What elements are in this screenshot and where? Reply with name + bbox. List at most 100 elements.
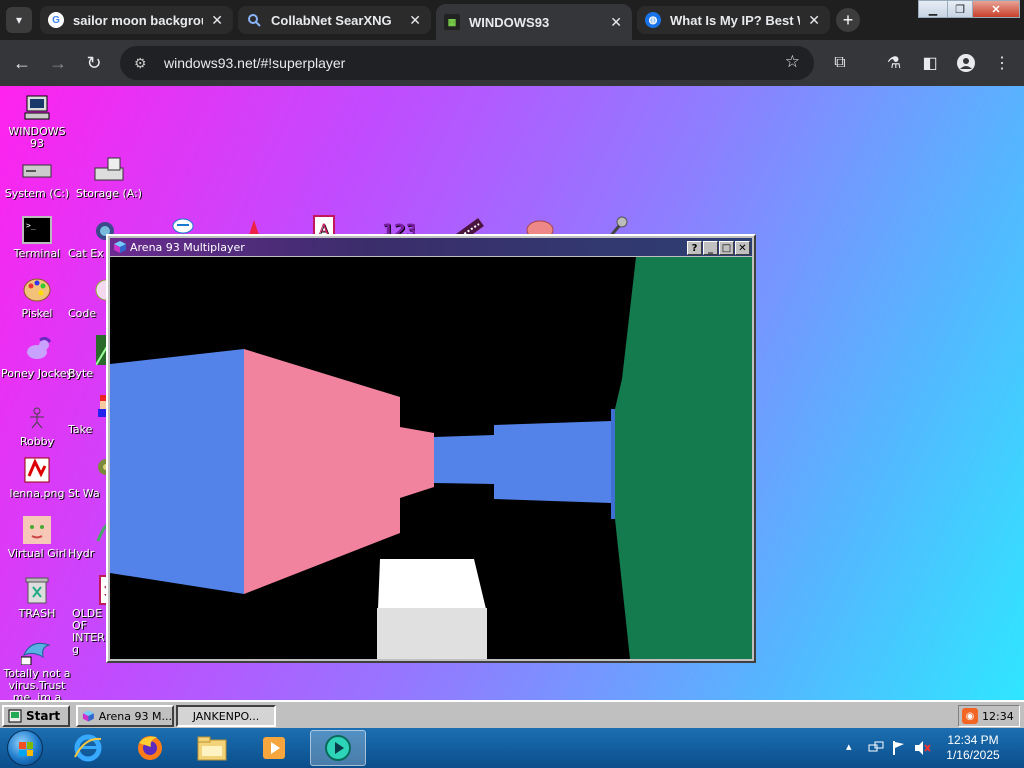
desktop-icon-star-wars[interactable]: St Wa	[68, 454, 114, 500]
game-3d-scene	[110, 257, 752, 659]
volume-muted-icon[interactable]	[914, 740, 932, 759]
google-icon: G	[48, 12, 64, 28]
w93-clock: 12:34	[982, 709, 1014, 723]
desktop-icon-oldest-of-internet[interactable]: 1 OLDE OF INTER g	[72, 574, 115, 656]
windows-logo-icon	[19, 742, 33, 756]
w93-task-jankenpo[interactable]: JANKENPO...	[176, 705, 276, 727]
maximize-button[interactable]: □	[719, 241, 734, 255]
image-icon	[20, 454, 54, 486]
w93-start-button[interactable]: Start	[2, 705, 70, 727]
help-button[interactable]: ?	[687, 241, 702, 255]
desktop-icon-robby[interactable]: Robby	[0, 402, 74, 448]
desktop-icon-poney-jockey[interactable]: Poney Jockey	[0, 334, 74, 380]
show-hidden-icons[interactable]: ▴	[846, 740, 852, 753]
window-maximize-button[interactable]: ❐	[947, 0, 973, 18]
search-icon	[246, 12, 262, 28]
forward-icon[interactable]: →	[46, 51, 70, 75]
tab-sailor-moon[interactable]: G sailor moon backgroun ✕	[40, 6, 233, 34]
close-button[interactable]: ✕	[735, 241, 750, 255]
network-icon[interactable]	[868, 740, 884, 759]
tab-whatismyip[interactable]: ◍ What Is My IP? Best Wa ✕	[637, 6, 830, 34]
reload-icon[interactable]: ↻	[82, 51, 106, 75]
tab-title: What Is My IP? Best Wa	[670, 12, 800, 28]
cube-icon	[114, 241, 126, 253]
tab-searxng[interactable]: CollabNet SearXNG ✕	[238, 6, 431, 34]
w93-start-icon	[8, 709, 22, 723]
desktop-icon-cat-explorer[interactable]: Cat Ex	[68, 214, 114, 260]
desktop-icon-lenna-png[interactable]: lenna.png	[0, 454, 74, 500]
desktop-icon-hydra[interactable]: Hydr	[68, 514, 114, 560]
windows-start-orb[interactable]	[7, 730, 43, 766]
firefox-icon[interactable]	[124, 730, 176, 766]
tab-title: WINDOWS93	[469, 14, 550, 30]
windows7-taskbar: ▴ 12:34 PM 1/16/2025	[0, 728, 1024, 768]
internet-explorer-icon[interactable]	[62, 730, 114, 766]
address-bar[interactable]: ⚙ windows93.net/#!superplayer ☆	[120, 46, 814, 80]
arena93-titlebar[interactable]: Arena 93 Multiplayer ? _ □ ✕	[110, 238, 752, 256]
svg-text:>_: >_	[26, 221, 36, 230]
w93-task-arena93[interactable]: Arena 93 M...	[76, 705, 174, 727]
desktop-icon-code[interactable]: Code	[68, 274, 116, 320]
system-clock[interactable]: 12:34 PM 1/16/2025	[938, 733, 1008, 763]
wall-blue-center	[494, 421, 611, 503]
desktop-icon-windows93[interactable]: WINDOWS 93	[0, 92, 74, 150]
browser-toolbar: ← → ↻ ⚙ windows93.net/#!superplayer ☆ ⧉ …	[0, 40, 1024, 86]
media-center-icon[interactable]	[310, 730, 366, 766]
bookmark-star-icon[interactable]: ☆	[785, 52, 800, 72]
floppy-drive-icon	[92, 154, 126, 186]
face-icon	[20, 514, 54, 546]
trash-icon	[20, 574, 54, 606]
desktop-icon-terminal[interactable]: >_ Terminal	[0, 214, 74, 260]
tab-title: CollabNet SearXNG	[271, 12, 392, 28]
window-close-button[interactable]: ✕	[972, 0, 1020, 18]
desktop-icon-system-c[interactable]: System (C:)	[0, 154, 74, 200]
rss-icon[interactable]: ◉	[962, 708, 978, 724]
file-explorer-icon[interactable]	[186, 730, 238, 766]
minimize-button[interactable]: _	[703, 241, 718, 255]
clock-time: 12:34 PM	[947, 733, 999, 747]
desktop-icon-trash[interactable]: TRASH	[0, 574, 74, 620]
close-icon[interactable]: ✕	[211, 12, 223, 29]
url-text: windows93.net/#!superplayer	[164, 55, 346, 71]
desktop-icon-take[interactable]: Take	[68, 390, 112, 436]
close-icon[interactable]: ✕	[808, 12, 820, 29]
back-icon[interactable]: ←	[10, 51, 34, 75]
close-icon[interactable]: ✕	[409, 12, 421, 29]
pony-icon	[20, 334, 54, 366]
labs-flask-icon[interactable]: ⚗	[883, 52, 905, 74]
desktop-icon-storage-a[interactable]: Storage (A:)	[72, 154, 146, 200]
arena93-game-viewport[interactable]	[110, 257, 752, 659]
windows93-desktop: WINDOWS 93 System (C:) >_ Terminal Piske…	[0, 86, 1024, 700]
clock-date: 1/16/2025	[946, 748, 1000, 762]
desktop-icon-virtual-girl[interactable]: Virtual Girl	[0, 514, 74, 560]
site-info-icon[interactable]: ⚙	[134, 55, 152, 72]
terminal-icon: >_	[20, 214, 54, 246]
wall-blue-far	[434, 435, 494, 484]
arena93-window: Arena 93 Multiplayer ? _ □ ✕	[106, 234, 756, 663]
profile-avatar-icon[interactable]	[955, 52, 977, 74]
desktop-icon-bytebeat[interactable]: Byte	[68, 334, 114, 380]
w93-system-tray: ◉ 12:34	[958, 705, 1020, 727]
browser-menu-icon[interactable]: ⋮	[991, 52, 1013, 74]
robot-icon	[20, 402, 54, 434]
desktop-icon-totally-not-a-virus[interactable]: Totally not a virus.Trust me..im a	[0, 634, 74, 700]
wall-green-right	[615, 257, 752, 659]
extensions-icon[interactable]: ⧉	[829, 52, 851, 74]
weapon-top	[378, 559, 486, 609]
new-tab-button[interactable]: +	[836, 8, 860, 32]
tab-title: sailor moon backgroun	[73, 12, 204, 28]
dolphin-icon	[20, 634, 54, 666]
tab-windows93[interactable]: ▦ WINDOWS93 ✕	[436, 4, 632, 40]
media-player-icon[interactable]	[248, 730, 300, 766]
palette-icon	[20, 274, 54, 306]
wall-blue-left	[110, 349, 244, 594]
action-center-flag-icon[interactable]	[891, 740, 907, 759]
close-icon[interactable]: ✕	[610, 14, 622, 31]
window-minimize-button[interactable]: ▁	[918, 0, 948, 18]
drive-icon	[20, 154, 54, 186]
globe-icon: ◍	[645, 12, 661, 28]
wall-pink-far	[400, 427, 434, 498]
desktop-icon-piskel[interactable]: Piskel	[0, 274, 74, 320]
tab-search-button[interactable]: ▾	[6, 7, 32, 33]
side-panel-icon[interactable]: ◧	[919, 52, 941, 74]
